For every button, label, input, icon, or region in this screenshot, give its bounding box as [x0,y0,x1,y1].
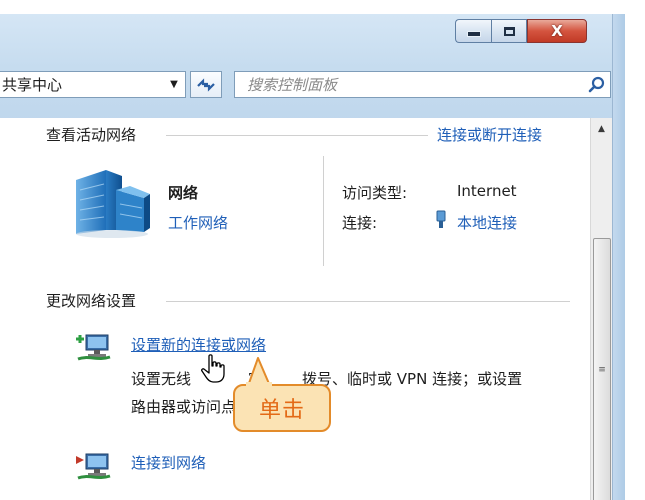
setup-new-connection-link[interactable]: 设置新的连接或网络 [131,334,266,355]
caption-buttons: X [455,19,587,43]
search-box[interactable] [234,71,611,98]
section-title-change-settings: 更改网络设置 [46,292,137,310]
connect-network-icon [76,453,111,480]
scroll-up-icon[interactable]: ▲ [591,118,612,140]
top-strip [0,0,645,14]
setup-desc-line1-left: 设置无线 [131,370,192,388]
connect-disconnect-link[interactable]: 连接或断开连接 [437,124,542,145]
close-button[interactable]: X [527,19,587,43]
scroll-grip-icon: ≡ [598,365,606,375]
control-panel-window: X 共享中心 ▼ ▲ ≡ 查看活动网络 连接或断开连接 [0,14,625,500]
search-input[interactable] [235,74,584,95]
hand-cursor-icon [201,354,225,383]
connection-label: 连接: [342,214,378,232]
access-type-label: 访问类型: [342,184,408,202]
section-rule [166,301,570,302]
minimize-icon [466,31,481,37]
section-rule [166,135,428,136]
breadcrumb-current[interactable]: 共享中心 [0,74,163,95]
callout-tail-mask [246,382,272,388]
search-icon[interactable] [584,72,610,97]
access-type-value: Internet [457,182,517,200]
minimize-button[interactable] [455,19,491,43]
vertical-scrollbar[interactable]: ▲ ≡ [590,118,612,500]
maximize-button[interactable] [491,19,527,43]
close-icon: X [551,22,563,40]
setup-desc-line1-right: 拨号、临时或 VPN 连接；或设置 [302,370,523,388]
vertical-separator [323,156,324,266]
network-type-link[interactable]: 工作网络 [168,212,228,233]
network-setup-icon [76,334,111,361]
callout-text: 单击 [258,398,305,423]
ethernet-plug-icon [436,210,446,228]
refresh-button[interactable] [190,71,222,98]
window-frame-right [612,14,625,500]
network-building-icon [76,170,150,238]
section-title-active-networks: 查看活动网络 [46,126,137,144]
maximize-icon [503,26,515,36]
refresh-icon [197,77,215,92]
local-connection-link[interactable]: 本地连接 [457,212,517,233]
address-bar[interactable]: 共享中心 ▼ [0,71,186,98]
dropdown-arrow-icon[interactable]: ▼ [163,72,185,97]
network-name: 网络 [168,184,199,202]
click-callout: 单击 [233,384,331,432]
scroll-thumb[interactable]: ≡ [593,238,611,500]
connect-to-network-link[interactable]: 连接到网络 [131,452,206,473]
